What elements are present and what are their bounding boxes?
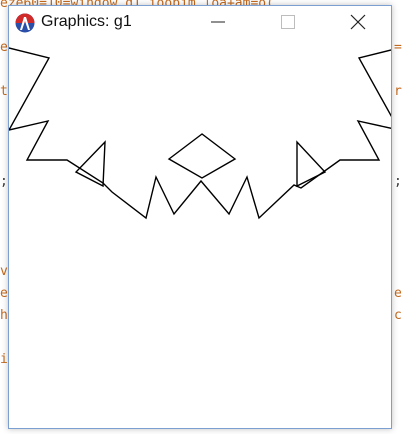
- editor-line: ;: [394, 174, 402, 189]
- jagged-crown-outline: [0, 45, 402, 220]
- editor-line: v: [0, 264, 8, 279]
- maximize-icon: [281, 15, 295, 29]
- editor-line: r: [394, 84, 402, 99]
- maximize-button[interactable]: [265, 6, 311, 38]
- minimize-button[interactable]: [195, 6, 241, 38]
- graphics-canvas[interactable]: [0, 38, 402, 428]
- close-button[interactable]: [335, 6, 381, 38]
- right-triangle: [296, 140, 327, 188]
- editor-line: h: [0, 308, 8, 323]
- editor-line: e: [0, 286, 8, 301]
- minimize-icon: [211, 21, 225, 23]
- drawing-svg: [0, 45, 402, 220]
- editor-line: e: [394, 286, 402, 301]
- editor-line: ;: [0, 174, 8, 189]
- editor-line: i: [0, 352, 8, 367]
- racket-logo-icon: [15, 13, 35, 33]
- close-icon: [350, 14, 366, 30]
- editor-line: c: [394, 308, 402, 323]
- center-diamond: [167, 133, 237, 179]
- editor-line: e: [0, 40, 8, 55]
- graphics-window[interactable]: Graphics: g1: [0, 5, 402, 429]
- window-title: Graphics: g1: [41, 13, 132, 30]
- left-triangle: [74, 140, 106, 188]
- editor-line: t: [0, 84, 8, 99]
- editor-line: =Tn: [394, 40, 402, 55]
- window-titlebar[interactable]: Graphics: g1: [9, 6, 391, 38]
